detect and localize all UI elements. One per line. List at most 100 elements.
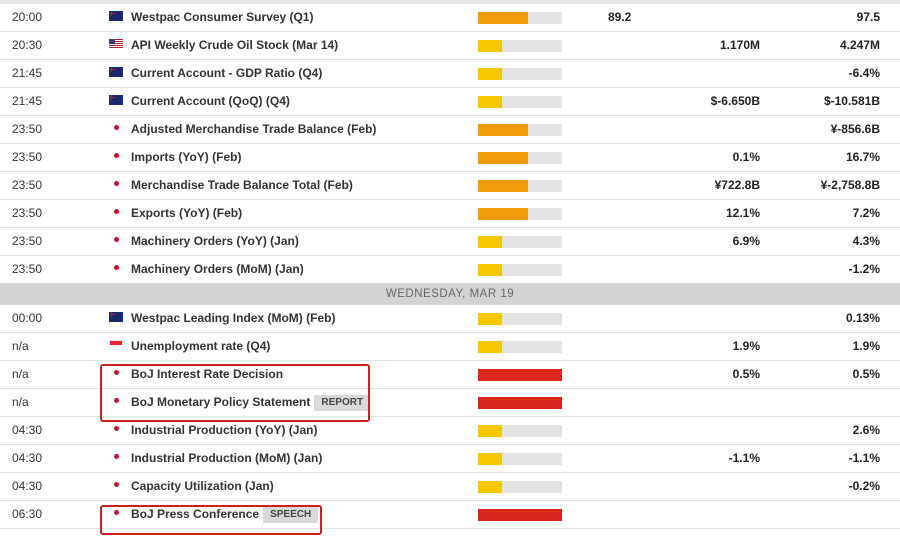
event-name-cell[interactable]: Adjusted Merchandise Trade Balance (Feb) (131, 116, 376, 143)
previous-value: 4.247M (839, 38, 880, 52)
impact-meter (478, 313, 562, 325)
previous-value: 97.5 (856, 10, 880, 24)
event-time: 20:30 (12, 38, 43, 52)
previous-value: -1.2% (848, 262, 880, 276)
impact-meter-fill (478, 397, 562, 409)
impact-meter (478, 453, 562, 465)
event-name-cell[interactable]: Imports (YoY) (Feb) (131, 144, 241, 171)
event-name[interactable]: Current Account - GDP Ratio (Q4) (131, 66, 322, 80)
impact-meter-fill (478, 12, 528, 24)
event-name-cell[interactable]: Exports (YoY) (Feb) (131, 200, 242, 227)
event-time: 23:50 (12, 262, 43, 276)
event-time: n/a (12, 339, 29, 353)
impact-meter-fill (478, 208, 528, 220)
nz-flag-icon (109, 11, 123, 21)
event-name-cell[interactable]: Westpac Consumer Survey (Q1) (131, 4, 314, 31)
event-name-cell[interactable]: Westpac Leading Index (MoM) (Feb) (131, 305, 335, 332)
event-name-cell[interactable]: Current Account - GDP Ratio (Q4) (131, 60, 322, 87)
event-name[interactable]: Industrial Production (MoM) (Jan) (131, 451, 322, 465)
event-name[interactable]: Unemployment rate (Q4) (131, 339, 270, 353)
impact-meter-fill (478, 313, 502, 325)
previous-value (790, 501, 880, 528)
previous-value: 0.5% (852, 367, 880, 381)
impact-meter (478, 397, 562, 409)
event-time: 23:50 (12, 206, 43, 220)
event-row[interactable]: 04:30 Industrial Production (MoM) (Jan) -1… (0, 445, 900, 473)
impact-meter (478, 180, 562, 192)
event-name[interactable]: Industrial Production (YoY) (Jan) (131, 423, 317, 437)
event-name-cell[interactable]: Unemployment rate (Q4) (131, 333, 270, 360)
event-name[interactable]: Westpac Consumer Survey (Q1) (131, 10, 314, 24)
jp-flag-icon (109, 207, 123, 217)
previous-value: 16.7% (845, 150, 880, 164)
forecast-value: 6.9% (732, 234, 760, 248)
impact-meter-fill (478, 96, 502, 108)
event-row[interactable]: 23:50 Adjusted Merchandise Trade Balance … (0, 116, 900, 144)
impact-meter (478, 264, 562, 276)
jp-flag-icon (109, 151, 123, 161)
event-name-cell[interactable]: Machinery Orders (MoM) (Jan) (131, 256, 304, 283)
economic-calendar-table: 20:00 Westpac Consumer Survey (Q1) 89.2 97.… (0, 4, 900, 529)
event-name[interactable]: Exports (YoY) (Feb) (131, 206, 242, 220)
event-row[interactable]: 04:30 Capacity Utilization (Jan) -0.2% (0, 473, 900, 501)
impact-meter (478, 369, 562, 381)
event-time: n/a (12, 395, 29, 409)
event-row[interactable]: 20:30 API Weekly Crude Oil Stock (Mar 14)… (0, 32, 900, 60)
event-name[interactable]: Imports (YoY) (Feb) (131, 150, 241, 164)
event-name[interactable]: Adjusted Merchandise Trade Balance (Feb) (131, 122, 376, 136)
impact-meter-fill (478, 264, 502, 276)
impact-meter (478, 40, 562, 52)
event-name[interactable]: Current Account (QoQ) (Q4) (131, 94, 290, 108)
forecast-value: 0.5% (732, 367, 760, 381)
event-name-cell[interactable]: Current Account (QoQ) (Q4) (131, 88, 290, 115)
event-row[interactable]: n/a Unemployment rate (Q4) 1.9% 1.9% (0, 333, 900, 361)
event-time: 21:45 (12, 94, 43, 108)
event-name-cell[interactable]: Industrial Production (MoM) (Jan) (131, 445, 322, 472)
event-row[interactable]: 23:50 Exports (YoY) (Feb) 12.1% 7.2% (0, 200, 900, 228)
event-time: 00:00 (12, 311, 43, 325)
jp-flag-icon (109, 452, 123, 462)
forecast-value (660, 305, 760, 332)
event-time: 23:50 (12, 234, 43, 248)
event-row[interactable]: 23:50 Machinery Orders (YoY) (Jan) 6.9% 4.3… (0, 228, 900, 256)
impact-meter (478, 152, 562, 164)
impact-meter (478, 12, 562, 24)
event-name-cell[interactable]: Capacity Utilization (Jan) (131, 473, 274, 500)
event-name[interactable]: Machinery Orders (MoM) (Jan) (131, 262, 304, 276)
event-name[interactable]: API Weekly Crude Oil Stock (Mar 14) (131, 38, 338, 52)
forecast-value (660, 473, 760, 500)
event-time: 21:45 (12, 66, 43, 80)
forecast-value: $-6.650B (710, 94, 760, 108)
impact-meter-fill (478, 509, 562, 521)
event-name-cell[interactable]: Merchandise Trade Balance Total (Feb) (131, 172, 353, 199)
forecast-value: 1.170M (719, 38, 760, 52)
forecast-value (660, 4, 760, 31)
previous-value: $-10.581B (823, 94, 880, 108)
jp-flag-icon (109, 424, 123, 434)
event-row[interactable]: 23:50 Machinery Orders (MoM) (Jan) -1.2% (0, 256, 900, 284)
forecast-value (660, 60, 760, 87)
event-row[interactable]: 00:00 Westpac Leading Index (MoM) (Feb) 0.… (0, 305, 900, 333)
forecast-value (660, 116, 760, 143)
previous-value: 2.6% (852, 423, 880, 437)
event-row[interactable]: 21:45 Current Account - GDP Ratio (Q4) -6.… (0, 60, 900, 88)
jp-flag-icon (109, 263, 123, 273)
event-row[interactable]: 23:50 Merchandise Trade Balance Total (Fe… (0, 172, 900, 200)
impact-meter (478, 425, 562, 437)
nz-flag-icon (109, 67, 123, 77)
impact-meter (478, 124, 562, 136)
previous-value: -6.4% (848, 66, 880, 80)
event-name[interactable]: Capacity Utilization (Jan) (131, 479, 274, 493)
event-row[interactable]: 21:45 Current Account (QoQ) (Q4) $-6.650B $… (0, 88, 900, 116)
event-name-cell[interactable]: API Weekly Crude Oil Stock (Mar 14) (131, 32, 338, 59)
event-name[interactable]: Merchandise Trade Balance Total (Feb) (131, 178, 353, 192)
sg-flag-icon (109, 340, 123, 350)
event-name-cell[interactable]: Machinery Orders (YoY) (Jan) (131, 228, 299, 255)
event-row[interactable]: 23:50 Imports (YoY) (Feb) 0.1% 16.7% (0, 144, 900, 172)
event-row[interactable]: 20:00 Westpac Consumer Survey (Q1) 89.2 97.… (0, 4, 900, 32)
event-name[interactable]: Westpac Leading Index (MoM) (Feb) (131, 311, 335, 325)
previous-value: 7.2% (852, 206, 880, 220)
impact-meter (478, 341, 562, 353)
event-name[interactable]: Machinery Orders (YoY) (Jan) (131, 234, 299, 248)
jp-flag-icon (109, 123, 123, 133)
